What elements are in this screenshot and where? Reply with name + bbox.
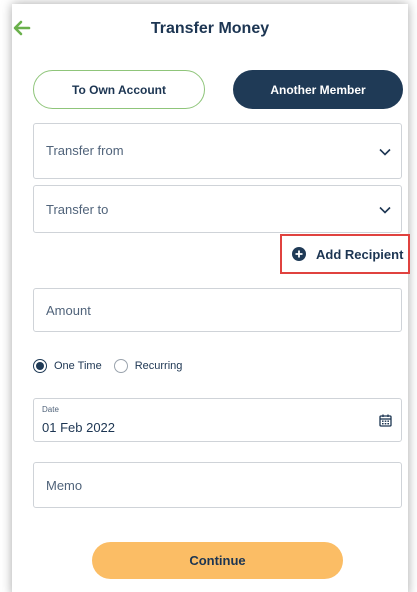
add-recipient-label: Add Recipient [316,246,404,262]
date-label: Date [42,405,59,414]
amount-placeholder: Amount [46,303,91,318]
frequency-radio-group: One Time Recurring [33,356,194,376]
app-header: Transfer Money [12,4,408,56]
date-field[interactable]: Date 01 Feb 2022 [33,398,402,442]
transfer-from-label: Transfer from [46,143,124,158]
continue-button[interactable]: Continue [92,542,343,579]
add-recipient-button[interactable]: Add Recipient [280,234,410,274]
transfer-to-select[interactable]: Transfer to [33,185,402,233]
transfer-from-select[interactable]: Transfer from [33,123,402,179]
chevron-down-icon [379,206,391,214]
amount-input[interactable]: Amount [33,288,402,332]
another-member-button[interactable]: Another Member [233,70,403,109]
calendar-icon[interactable] [379,414,392,427]
one-time-radio[interactable] [33,359,47,373]
to-own-account-button[interactable]: To Own Account [33,70,205,109]
recurring-radio[interactable] [113,359,128,373]
memo-input[interactable]: Memo [33,462,402,508]
transfer-to-label: Transfer to [46,202,109,217]
recurring-label: Recurring [134,360,183,372]
page-title: Transfer Money [150,20,270,37]
date-value: 01 Feb 2022 [42,420,116,435]
chevron-down-icon [379,148,391,156]
memo-placeholder: Memo [46,478,83,493]
one-time-label: One Time [54,360,102,372]
plus-circle-icon [292,247,306,261]
transfer-money-screen: Transfer Money To Own Account Another Me… [12,4,410,592]
